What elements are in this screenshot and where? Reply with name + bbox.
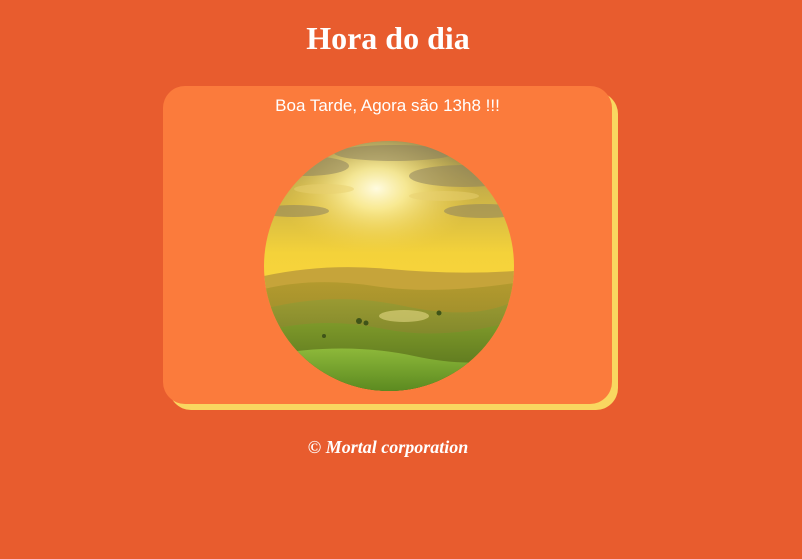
greeting-message: Boa Tarde, Agora são 13h8 !!! (275, 96, 500, 115)
page-title: Hora do dia (306, 20, 470, 56)
sunset-landscape-illustration (264, 141, 514, 391)
time-card: Boa Tarde, Agora são 13h8 !!! (163, 86, 612, 404)
time-of-day-image (264, 141, 514, 391)
footer-copyright: © Mortal corporation (307, 437, 469, 457)
